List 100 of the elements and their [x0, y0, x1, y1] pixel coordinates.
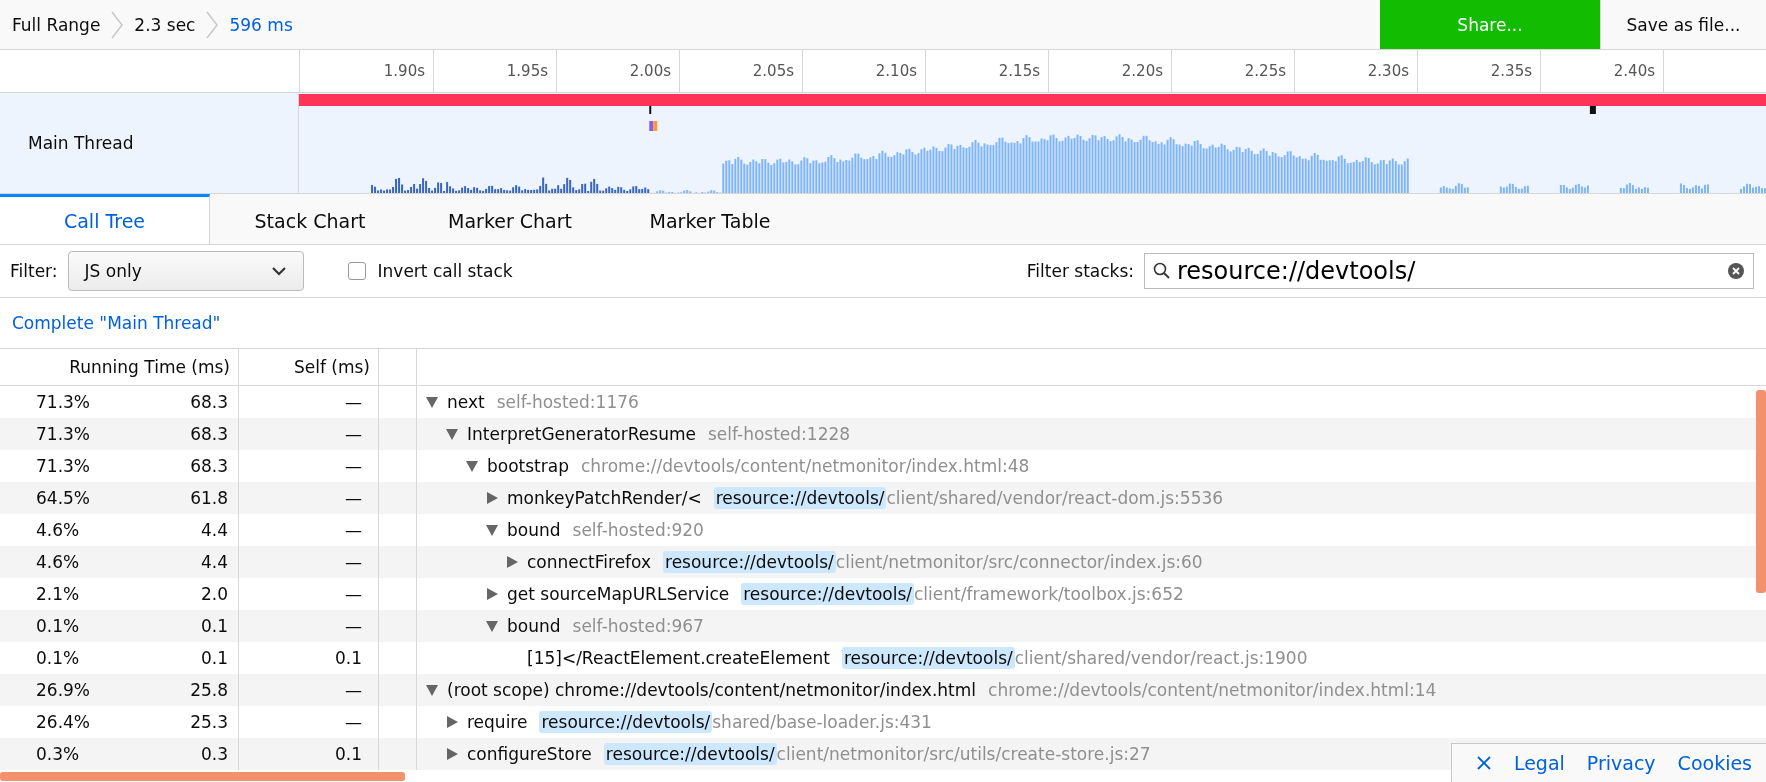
- self-time-cell: —: [345, 584, 362, 604]
- running-time-cell: 25.8: [190, 680, 228, 700]
- search-match: resource://devtools/: [603, 743, 777, 765]
- expanded-triangle-icon[interactable]: [425, 683, 439, 697]
- function-name: get sourceMapURLService: [507, 584, 730, 604]
- origin-text: shared/base-loader.js:431: [712, 712, 932, 732]
- percent-cell: 2.1%: [36, 584, 80, 604]
- running-time-cell: 68.3: [190, 392, 228, 412]
- running-time-cell: 61.8: [190, 488, 228, 508]
- origin-text: client/framework/toolbox.js:652: [914, 584, 1184, 604]
- expanded-triangle-icon[interactable]: [485, 523, 499, 537]
- search-icon: [1153, 262, 1171, 280]
- function-name: bootstrap: [487, 456, 569, 476]
- thread-breadcrumb[interactable]: Complete "Main Thread": [12, 313, 221, 333]
- footer-link[interactable]: Privacy: [1586, 752, 1656, 774]
- column-header: Self (ms): [239, 349, 379, 385]
- expanded-triangle-icon[interactable]: [425, 395, 439, 409]
- breadcrumb-item[interactable]: 596 ms: [229, 14, 293, 35]
- panel-tab[interactable]: Call Tree: [0, 194, 210, 244]
- origin-text: self-hosted:1176: [496, 392, 639, 412]
- filter-stacks-label: Filter stacks:: [1026, 261, 1134, 281]
- tick-label: 2.30s: [1367, 62, 1409, 80]
- search-field[interactable]: resource://devtools/: [1144, 253, 1754, 289]
- percent-cell: 64.5%: [36, 488, 90, 508]
- function-name: bound: [507, 520, 561, 540]
- panel-tab[interactable]: Marker Table: [610, 194, 810, 244]
- filter-label: Filter:: [10, 261, 58, 281]
- running-time-cell: 0.1: [200, 648, 228, 668]
- save-button[interactable]: Save as file...: [1600, 0, 1766, 49]
- running-time-cell: 25.3: [190, 712, 228, 732]
- self-time-cell: —: [345, 680, 362, 700]
- footer-link[interactable]: Cookies: [1677, 752, 1752, 774]
- origin-text: chrome://devtools/content/netmonitor/index.html:48: [581, 456, 1030, 476]
- self-time-cell: —: [345, 712, 362, 732]
- tick-label: 2.20s: [1121, 62, 1163, 80]
- percent-cell: 26.9%: [36, 680, 90, 700]
- running-time-cell: 4.4: [200, 520, 228, 540]
- tick-label: 2.00s: [629, 62, 671, 80]
- expanded-triangle-icon[interactable]: [445, 427, 459, 441]
- percent-cell: 0.3%: [36, 744, 80, 764]
- column-header: Running Time (ms): [0, 349, 239, 385]
- expanded-triangle-icon[interactable]: [465, 459, 479, 473]
- search-match: resource://devtools/: [713, 487, 887, 509]
- percent-cell: 71.3%: [36, 456, 90, 476]
- running-time-cell: 2.0: [200, 584, 228, 604]
- function-name: require: [467, 712, 528, 732]
- function-name: (root scope) chrome://devtools/content/netmonitor/index.html: [447, 680, 977, 700]
- breadcrumb-item[interactable]: 2.3 sec: [134, 14, 196, 35]
- footer-link[interactable]: Legal: [1513, 752, 1565, 774]
- clear-icon[interactable]: [1727, 262, 1745, 280]
- search-match: resource://devtools/: [539, 711, 713, 733]
- self-time-cell: 0.1: [334, 648, 362, 668]
- tick-label: 2.05s: [752, 62, 794, 80]
- origin-text: self-hosted:1228: [707, 424, 851, 444]
- running-time-cell: 0.1: [200, 616, 228, 636]
- self-time-cell: —: [345, 520, 362, 540]
- self-time-cell: 0.1: [334, 744, 362, 764]
- origin-text: self-hosted:920: [572, 520, 704, 540]
- tick-label: 1.90s: [383, 62, 425, 80]
- search-match: resource://devtools/: [741, 583, 914, 605]
- self-time-cell: —: [345, 552, 362, 572]
- panel-tab[interactable]: Stack Chart: [210, 194, 410, 244]
- breadcrumb-item[interactable]: Full Range: [12, 14, 101, 35]
- function-name: bound: [507, 616, 561, 636]
- self-time-cell: —: [345, 392, 362, 412]
- percent-cell: 71.3%: [36, 392, 90, 412]
- collapsed-triangle-icon[interactable]: [485, 491, 499, 505]
- running-time-cell: 4.4: [200, 552, 228, 572]
- collapsed-triangle-icon[interactable]: [485, 587, 499, 601]
- function-name: connectFirefox: [527, 552, 652, 572]
- collapsed-triangle-icon[interactable]: [505, 555, 519, 569]
- scrollbar-thumb[interactable]: [0, 771, 405, 781]
- invert-checkbox[interactable]: [347, 262, 366, 280]
- self-time-cell: —: [345, 456, 362, 476]
- self-time-cell: —: [345, 616, 362, 636]
- tick-label: 2.35s: [1490, 62, 1532, 80]
- origin-text: client/netmonitor/src/utils/create-store.js:27: [776, 744, 1151, 764]
- origin-text: chrome://devtools/content/netmonitor/index.html:14: [988, 680, 1437, 700]
- search-match: resource://devtools/: [663, 551, 836, 573]
- tick-label: 2.25s: [1244, 62, 1286, 80]
- origin-text: client/netmonitor/src/connector/index.js:60: [835, 552, 1203, 572]
- expanded-triangle-icon[interactable]: [485, 619, 499, 633]
- percent-cell: 71.3%: [36, 424, 90, 444]
- percent-cell: 0.1%: [36, 648, 80, 668]
- scrollbar-thumb[interactable]: [1756, 390, 1766, 593]
- filter-dropdown[interactable]: JS only: [67, 251, 304, 291]
- panel-tab[interactable]: Marker Chart: [410, 194, 610, 244]
- percent-cell: 26.4%: [36, 712, 90, 732]
- percent-cell: 4.6%: [36, 552, 80, 572]
- function-name: configureStore: [467, 744, 592, 764]
- self-time-cell: —: [345, 488, 362, 508]
- origin-text: client/shared/vendor/react.js:1900: [1014, 648, 1308, 668]
- close-icon[interactable]: [1475, 755, 1492, 771]
- running-time-cell: 0.3: [200, 744, 228, 764]
- collapsed-triangle-icon[interactable]: [445, 747, 459, 761]
- function-name: InterpretGeneratorResume: [467, 424, 696, 444]
- function-name: next: [447, 392, 485, 412]
- caret-icon: [270, 266, 287, 276]
- collapsed-triangle-icon[interactable]: [445, 715, 459, 729]
- function-name: [15]</ReactElement.createElement: [527, 648, 830, 668]
